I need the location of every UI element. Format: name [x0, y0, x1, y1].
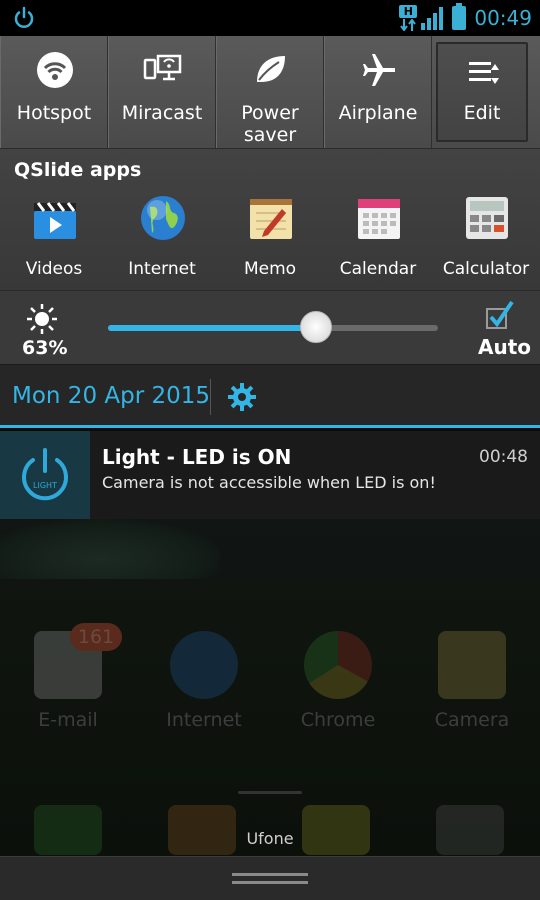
notification-light-led[interactable]: LIGHT Light - LED is ON 00:48 Camera is …	[0, 431, 540, 519]
toggle-label: Edit	[463, 102, 501, 124]
brightness-sun-icon	[27, 304, 57, 334]
notification-icon-box: LIGHT	[0, 431, 90, 519]
qslide-app-label: Internet	[128, 259, 196, 279]
date-separator	[210, 379, 211, 415]
email-unread-badge: 161	[70, 623, 122, 651]
miracast-icon	[143, 54, 182, 81]
date-bar: Mon 20 Apr 2015	[0, 364, 540, 428]
network-type-icon: H	[398, 4, 418, 32]
toggle-hotspot[interactable]: Hotspot	[0, 36, 108, 148]
light-icon-text: LIGHT	[33, 481, 57, 490]
qslide-app-memo[interactable]: Memo	[216, 193, 324, 285]
qslide-app-label: Calculator	[442, 259, 530, 279]
qslide-app-videos[interactable]: Videos	[0, 193, 108, 285]
qslide-app-internet[interactable]: Internet	[108, 193, 216, 285]
qslide-app-calendar[interactable]: Calendar	[324, 193, 432, 285]
home-app-label: Chrome	[300, 709, 376, 731]
home-app-label: Internet	[166, 709, 242, 731]
toggle-airplane[interactable]: Airplane	[324, 36, 432, 148]
calendar-icon	[358, 199, 400, 239]
internet-app-icon	[170, 631, 238, 699]
auto-brightness-checkbox[interactable]	[486, 301, 514, 329]
home-app-camera: Camera	[412, 631, 532, 731]
light-power-icon: LIGHT	[22, 448, 68, 501]
brightness-panel: 63% Auto	[0, 290, 540, 364]
home-app-label: E-mail	[38, 709, 98, 731]
dock-divider	[238, 791, 302, 794]
memo-pad-icon	[250, 199, 292, 239]
home-app-chrome: Chrome	[278, 631, 398, 731]
toggle-label: Airplane	[338, 102, 418, 124]
carrier-name: Ufone	[246, 829, 294, 848]
qslide-app-label: Calendar	[339, 259, 417, 279]
brightness-slider-thumb[interactable]	[300, 311, 332, 343]
home-screen-background: 161 E-mail Internet Chrome Camera Ufone	[0, 519, 540, 856]
qslide-app-calculator[interactable]: Calculator	[432, 193, 540, 285]
settings-gear-icon[interactable]	[228, 383, 256, 411]
handle-line	[232, 881, 308, 884]
toggle-label: Miracast	[121, 102, 203, 124]
chrome-app-icon	[304, 631, 372, 699]
home-app-label: Camera	[434, 709, 510, 731]
edit-list-icon	[469, 62, 499, 84]
wifi-hotspot-icon	[37, 52, 73, 88]
qslide-app-label: Memo	[243, 259, 297, 279]
toggle-label: Power saver	[241, 102, 299, 146]
toggle-label: Hotspot	[16, 102, 92, 124]
notification-text: Camera is not accessible when LED is on!	[102, 473, 436, 492]
handle-line	[232, 873, 308, 876]
clapperboard-icon	[34, 202, 76, 239]
notification-title: Light - LED is ON	[102, 445, 292, 469]
status-icons: H 00:49	[398, 3, 532, 33]
globe-icon	[141, 196, 185, 240]
toggle-miracast[interactable]: Miracast	[108, 36, 216, 148]
leaf-icon	[257, 56, 285, 82]
airplane-icon	[363, 54, 395, 86]
brightness-slider[interactable]	[108, 311, 438, 343]
notification-drawer-handle[interactable]	[0, 856, 540, 900]
qslide-panel: QSlide apps Videos Internet Memo Calenda…	[0, 148, 540, 290]
network-type-label: H	[399, 5, 418, 18]
current-date: Mon 20 Apr 2015	[12, 383, 211, 409]
home-app-email: 161 E-mail	[8, 623, 128, 731]
signal-strength-icon	[421, 7, 444, 30]
qslide-app-list: Videos Internet Memo Calendar Calculator	[0, 193, 540, 285]
qslide-title: QSlide apps	[14, 159, 142, 181]
calculator-icon	[466, 197, 508, 239]
brightness-percent: 63%	[22, 337, 68, 359]
camera-app-icon	[438, 631, 506, 699]
home-app-internet: Internet	[144, 631, 264, 731]
status-clock: 00:49	[474, 6, 532, 30]
auto-brightness-label: Auto	[478, 335, 532, 359]
power-icon	[14, 6, 34, 28]
brightness-slider-fill	[108, 325, 316, 331]
qslide-app-label: Videos	[25, 259, 83, 279]
toggle-power-saver[interactable]: Power saver	[216, 36, 324, 148]
quick-settings-toggles: Hotspot Miracast Power saver Airplane Ed…	[0, 36, 540, 148]
status-bar: H 00:49	[0, 0, 540, 36]
battery-icon	[452, 3, 467, 30]
toggle-edit[interactable]: Edit	[436, 42, 528, 142]
notification-time: 00:48	[479, 447, 528, 467]
